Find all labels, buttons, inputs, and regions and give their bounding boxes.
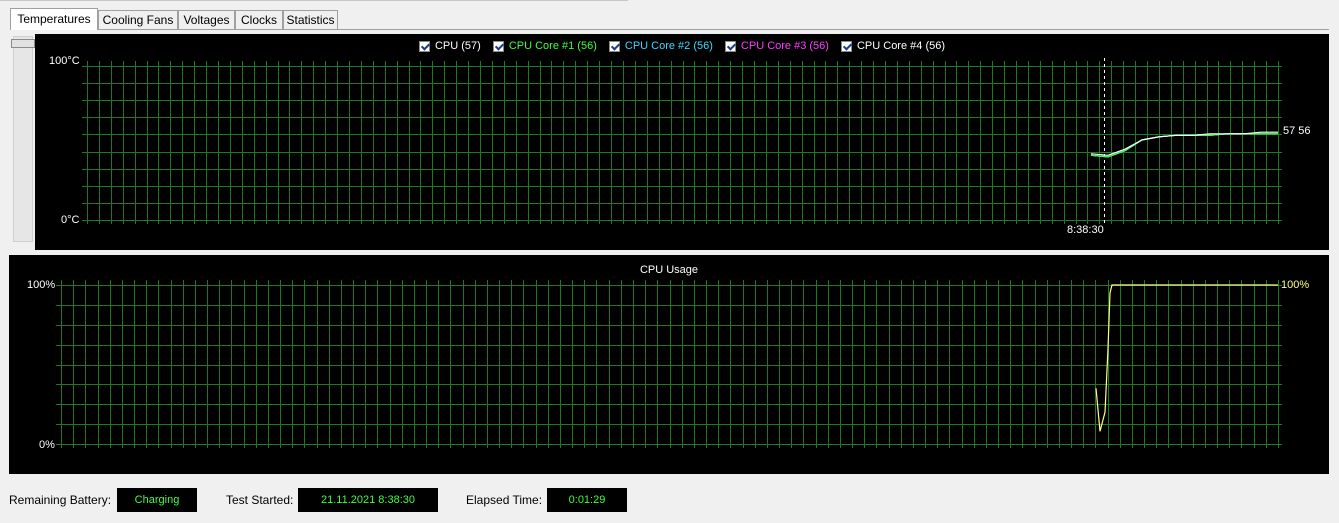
legend-item-core3[interactable]: CPU Core #3 (56)	[724, 40, 829, 52]
tab-content-border	[10, 29, 1329, 30]
checkbox-icon[interactable]	[840, 40, 852, 52]
legend-label-core2: CPU Core #2 (56)	[624, 40, 713, 52]
cpu-usage-title: CPU Usage	[639, 264, 699, 276]
checkbox-icon[interactable]	[418, 40, 430, 52]
legend-item-core4[interactable]: CPU Core #4 (56)	[840, 40, 946, 52]
usage-y-min-label: 0%	[39, 439, 55, 451]
legend-label-core4: CPU Core #4 (56)	[856, 40, 946, 52]
legend-item-core2[interactable]: CPU Core #2 (56)	[608, 40, 713, 52]
tab-statistics[interactable]: Statistics	[283, 10, 338, 29]
series-line-0	[1090, 131, 1278, 156]
temperature-chart: CPU (57) CPU Core #1 (56) CPU Core #2 (5…	[35, 34, 1329, 250]
legend-label-cpu: CPU (57)	[434, 40, 481, 52]
tab-cooling-fans[interactable]: Cooling Fans	[98, 10, 178, 29]
grid	[56, 280, 1282, 448]
scrollbar-thumb[interactable]	[11, 39, 35, 48]
checkbox-icon[interactable]	[724, 40, 736, 52]
elapsed-time-value: 0:01:29	[547, 488, 627, 512]
temperature-legend: CPU (57) CPU Core #1 (56) CPU Core #2 (5…	[35, 40, 1329, 52]
temp-marker-time: 8:38:30	[1067, 224, 1104, 236]
legend-label-core3: CPU Core #3 (56)	[740, 40, 829, 52]
battery-value: Charging	[117, 488, 197, 512]
legend-item-cpu[interactable]: CPU (57)	[418, 40, 481, 52]
legend-item-core1[interactable]: CPU Core #1 (56)	[492, 40, 597, 52]
grid	[82, 61, 1282, 224]
usage-series-line	[1095, 284, 1278, 432]
test-started-label: Test Started:	[226, 493, 294, 507]
elapsed-time-label: Elapsed Time:	[466, 493, 543, 507]
battery-label: Remaining Battery:	[9, 493, 112, 507]
tab-temperatures[interactable]: Temperatures	[10, 8, 98, 30]
temp-y-min-label: 0°C	[61, 214, 80, 226]
tab-voltages[interactable]: Voltages	[178, 10, 235, 29]
usage-y-max-label: 100%	[27, 279, 56, 291]
top-border	[0, 0, 628, 1]
tab-clocks[interactable]: Clocks	[235, 10, 283, 29]
series-line-1	[1090, 133, 1278, 158]
test-started-value: 21.11.2021 8:38:30	[298, 488, 438, 512]
usage-end-value: 100%	[1281, 279, 1310, 291]
cpu-usage-chart: CPU Usage 100% 0% 100%	[9, 255, 1329, 474]
checkbox-icon[interactable]	[608, 40, 620, 52]
temp-y-max-label: 100°C	[49, 55, 80, 67]
legend-label-core1: CPU Core #1 (56)	[508, 40, 597, 52]
cpu-usage-chart-canvas	[56, 280, 1282, 448]
checkbox-icon[interactable]	[492, 40, 504, 52]
temperature-chart-canvas	[82, 58, 1282, 224]
vertical-scrollbar[interactable]	[11, 36, 35, 242]
temp-end-values: 57 56	[1283, 125, 1311, 137]
